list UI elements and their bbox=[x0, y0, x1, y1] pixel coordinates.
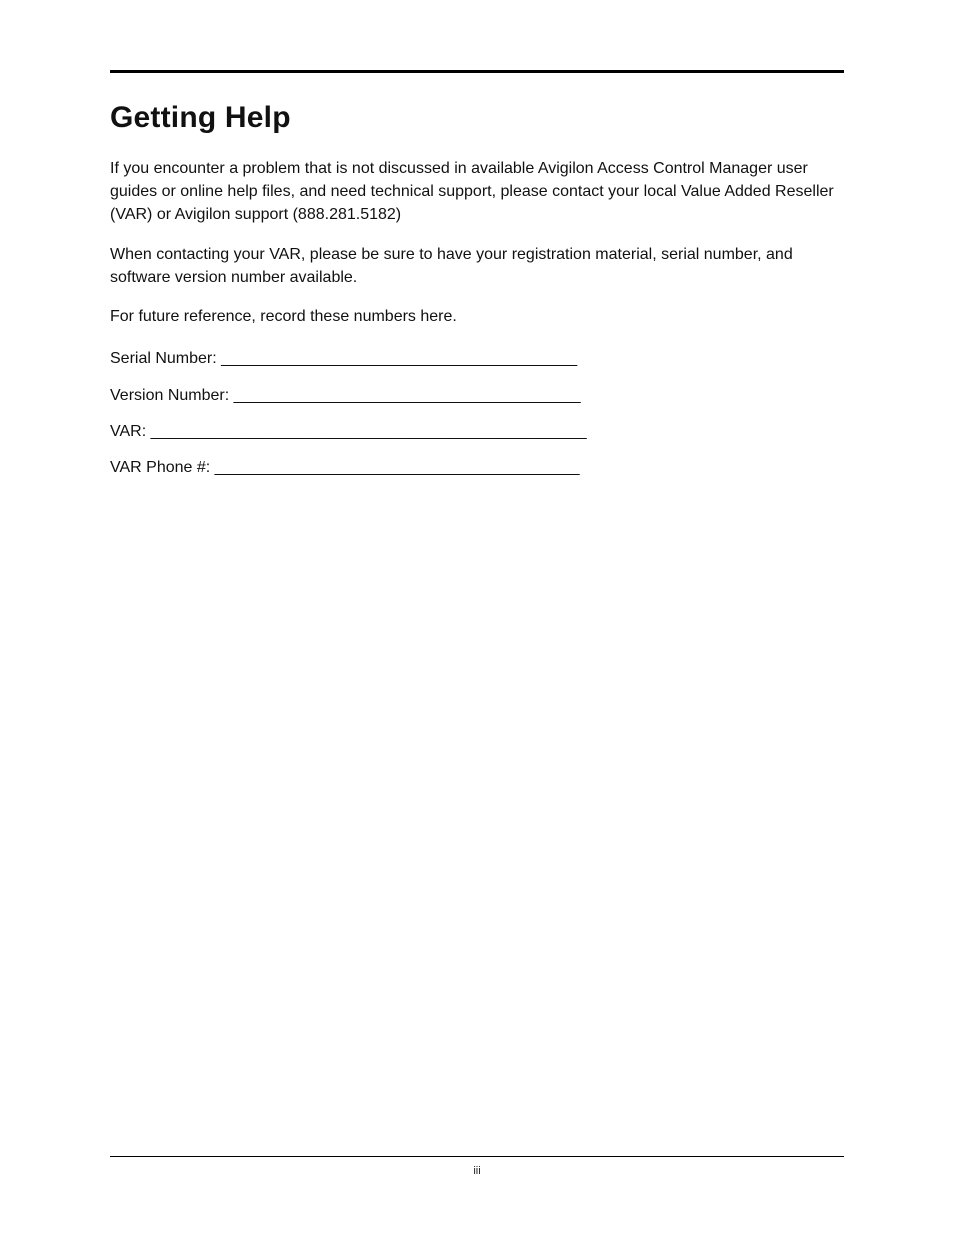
field-var-phone: VAR Phone #: ___________________________… bbox=[110, 453, 844, 483]
document-page: Getting Help If you encounter a problem … bbox=[0, 0, 954, 1235]
field-version-number: Version Number: ________________________… bbox=[110, 381, 844, 411]
bottom-rule bbox=[110, 1156, 844, 1157]
intro-paragraph-3: For future reference, record these numbe… bbox=[110, 305, 844, 328]
reference-fields: Serial Number: _________________________… bbox=[110, 344, 844, 484]
field-serial-number: Serial Number: _________________________… bbox=[110, 344, 844, 374]
intro-paragraph-1: If you encounter a problem that is not d… bbox=[110, 157, 844, 227]
intro-paragraph-2: When contacting your VAR, please be sure… bbox=[110, 243, 844, 289]
section-heading: Getting Help bbox=[110, 101, 844, 135]
field-var: VAR: ___________________________________… bbox=[110, 417, 844, 447]
top-rule bbox=[110, 70, 844, 73]
page-number: iii bbox=[0, 1165, 954, 1177]
